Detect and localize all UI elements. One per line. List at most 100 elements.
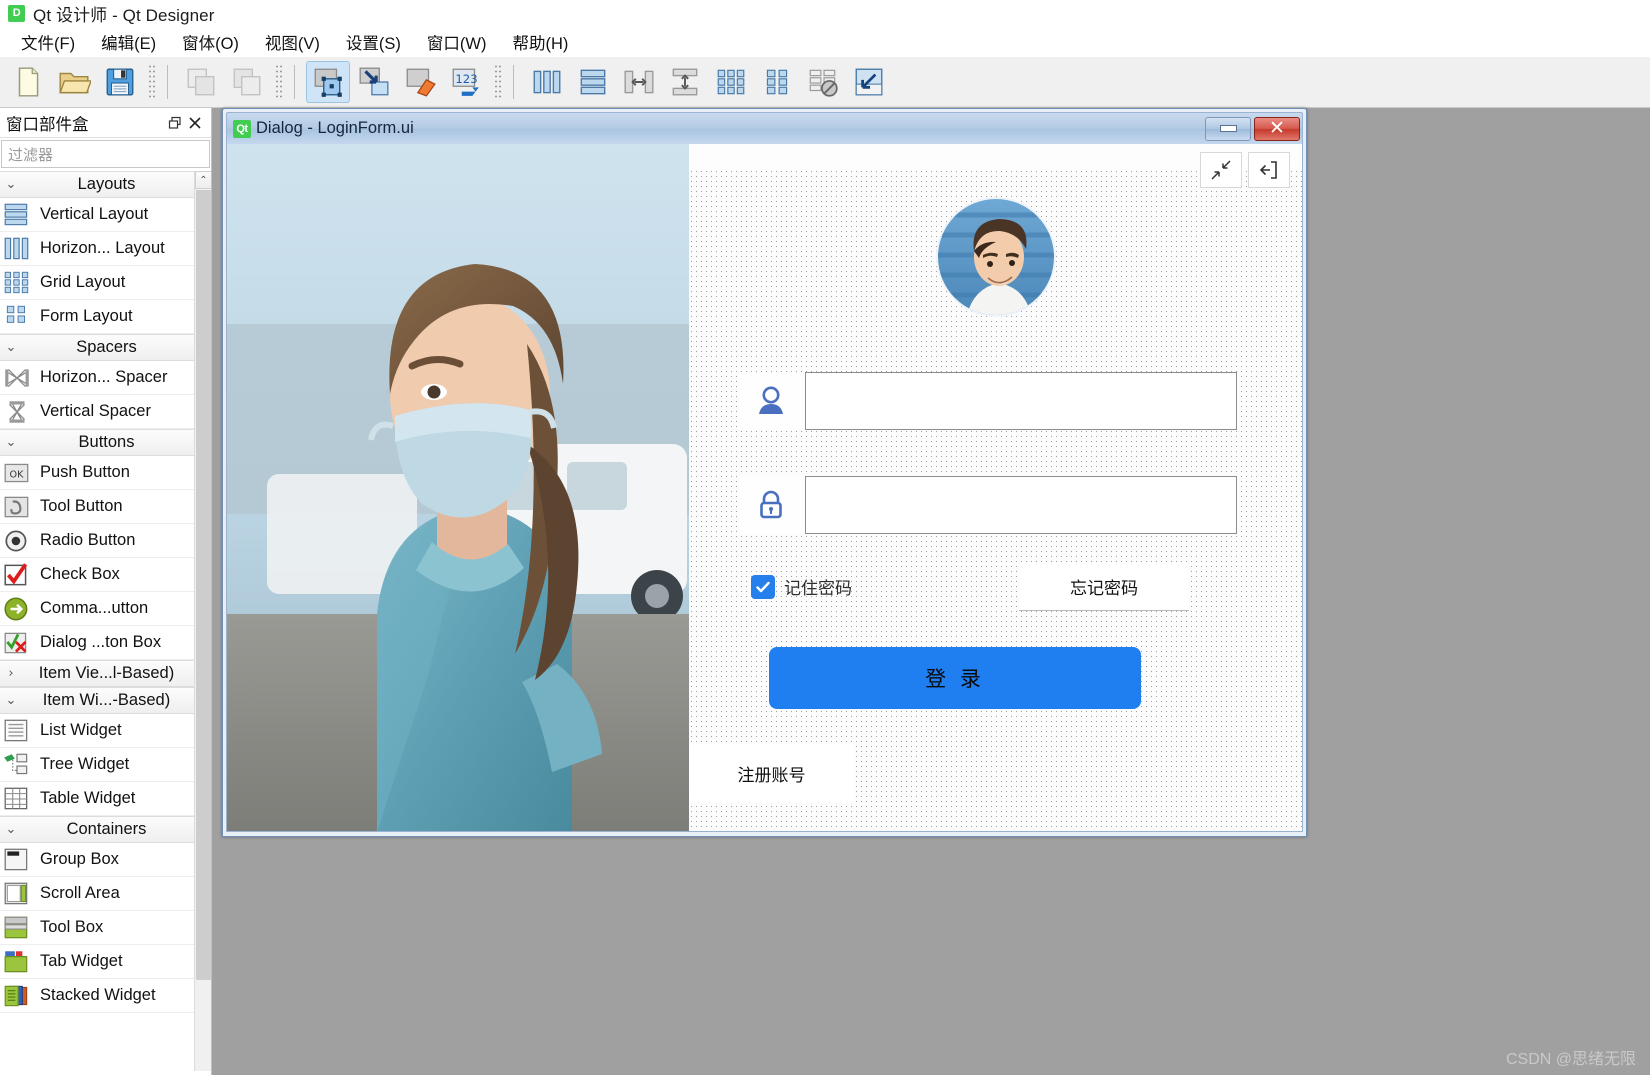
widget-group-label: Buttons: [78, 433, 135, 451]
adjust-size-button[interactable]: [847, 61, 891, 103]
widget-item-vertical-layout[interactable]: Vertical Layout: [0, 198, 211, 232]
toolbar-grip-2[interactable]: [275, 64, 283, 100]
login-button[interactable]: 登 录: [769, 647, 1141, 709]
widget-item-list-widget[interactable]: List Widget: [0, 714, 211, 748]
layout-splitter-horizontal-button[interactable]: [617, 61, 661, 103]
chevron-down-icon: ⌄: [5, 693, 17, 708]
chevron-down-icon: ⌄: [5, 822, 17, 837]
widget-item-table-widget[interactable]: Table Widget: [0, 782, 211, 816]
layout-vertically-button[interactable]: [571, 61, 615, 103]
login-dialog-window[interactable]: Qt Dialog - LoginForm.ui ✕ 记住密码 忘记密码 登 录…: [222, 108, 1307, 837]
widget-group-buttons[interactable]: ⌄ Buttons: [0, 429, 211, 456]
widget-item-tab-widget[interactable]: Tab Widget: [0, 945, 211, 979]
open-folder-icon: [59, 72, 91, 94]
menu-edit[interactable]: 编辑(E): [88, 27, 169, 57]
toolbar-separator-3: [513, 65, 516, 99]
widget-group-item-widgets[interactable]: ⌄ Item Wi...-Based): [0, 687, 211, 714]
username-input[interactable]: [805, 372, 1237, 430]
widget-item-check-box[interactable]: Check Box: [0, 558, 211, 592]
widget-item-command-link-button[interactable]: Comma...utton: [0, 592, 211, 626]
layout-splitter-vertical-button[interactable]: [663, 61, 707, 103]
minimize-icon: [1219, 125, 1237, 132]
menu-file[interactable]: 文件(F): [8, 27, 88, 57]
widget-item-vertical-spacer[interactable]: Vertical Spacer: [0, 395, 211, 429]
widget-item-push-button[interactable]: OK Push Button: [0, 456, 211, 490]
toolbar-grip-3[interactable]: [494, 64, 502, 100]
dialog-close-button[interactable]: ✕: [1254, 116, 1300, 141]
adjust-size-icon: [855, 68, 883, 96]
svg-text:OK: OK: [10, 469, 25, 480]
new-file-button[interactable]: [6, 61, 50, 103]
remember-password-row[interactable]: 记住密码: [751, 574, 852, 599]
widget-item-tree-widget[interactable]: Tree Widget: [0, 748, 211, 782]
layout-grid-icon: [717, 69, 745, 95]
tool-box-icon: [4, 916, 28, 938]
dialog-titlebar[interactable]: Qt Dialog - LoginForm.ui ✕: [226, 112, 1303, 144]
menu-window[interactable]: 窗口(W): [414, 27, 500, 57]
user-avatar-photo: [937, 199, 1054, 315]
design-canvas[interactable]: Qt Dialog - LoginForm.ui ✕ 记住密码 忘记密码 登 录…: [212, 108, 1650, 1075]
widget-group-item-views[interactable]: › Item Vie...l-Based): [0, 660, 211, 687]
edit-tab-order-button[interactable]: 123: [444, 61, 488, 103]
widget-item-group-box[interactable]: Group Box: [0, 843, 211, 877]
edit-widgets-icon: [314, 68, 342, 97]
toolbar-separator-2: [294, 65, 297, 99]
widget-item-horizontal-layout[interactable]: Horizon... Layout: [0, 232, 211, 266]
form-layout-icon: [6, 305, 25, 323]
widget-group-spacers[interactable]: ⌄ Spacers: [0, 334, 211, 361]
dialog-minimize-button[interactable]: [1205, 116, 1251, 141]
restore-glyph: [168, 116, 181, 129]
widget-item-dialog-button-box[interactable]: Dialog ...ton Box: [0, 626, 211, 660]
restore-icon[interactable]: [165, 113, 185, 133]
open-file-button[interactable]: [52, 61, 96, 103]
scroll-up-button[interactable]: ⌃: [195, 171, 211, 189]
widget-item-form-layout[interactable]: Form Layout: [0, 300, 211, 334]
widget-group-containers[interactable]: ⌄ Containers: [0, 816, 211, 843]
collapse-button[interactable]: [1200, 152, 1242, 188]
widget-item-grid-layout[interactable]: Grid Layout: [0, 266, 211, 300]
exit-arrow-icon: [1259, 161, 1277, 179]
layout-vertically-icon: [580, 69, 606, 95]
edit-buddies-button[interactable]: [398, 61, 442, 103]
exit-button[interactable]: [1248, 152, 1290, 188]
widget-item-radio-button[interactable]: Radio Button: [0, 524, 211, 558]
forgot-password-button[interactable]: 忘记密码: [1019, 562, 1189, 610]
widget-item-scroll-area[interactable]: Scroll Area: [0, 877, 211, 911]
menu-view[interactable]: 视图(V): [252, 27, 333, 57]
redo-button[interactable]: [225, 61, 269, 103]
password-input[interactable]: [805, 476, 1237, 534]
login-form-area[interactable]: 记住密码 忘记密码 登 录 注册账号: [689, 144, 1302, 831]
widget-box-scrollbar[interactable]: ⌃: [194, 171, 211, 1071]
remember-password-checkbox[interactable]: [751, 574, 775, 599]
widget-item-stacked-widget[interactable]: Stacked Widget: [0, 979, 211, 1013]
edit-buddies-icon: [406, 68, 436, 97]
widget-filter-input[interactable]: 过滤器: [1, 140, 210, 168]
table-widget-icon: [4, 787, 28, 809]
menu-form[interactable]: 窗体(O): [169, 27, 252, 57]
undo-button[interactable]: [179, 61, 223, 103]
menu-help[interactable]: 帮助(H): [499, 27, 581, 57]
scrollbar-thumb[interactable]: [196, 190, 211, 980]
widget-item-horizontal-spacer[interactable]: Horizon... Spacer: [0, 361, 211, 395]
edit-widgets-button[interactable]: [306, 61, 350, 103]
menubar: 文件(F) 编辑(E) 窗体(O) 视图(V) 设置(S) 窗口(W) 帮助(H…: [0, 27, 1650, 57]
widget-group-label: Item Wi...-Based): [42, 691, 171, 709]
horizontal-spacer-icon: [5, 368, 29, 387]
save-file-button[interactable]: [98, 61, 142, 103]
menu-settings[interactable]: 设置(S): [333, 27, 414, 57]
grid-layout-icon: [4, 271, 29, 293]
form-tool-buttons: [1200, 152, 1290, 188]
widget-item-label: Check Box: [40, 565, 120, 583]
widget-item-tool-button[interactable]: Tool Button: [0, 490, 211, 524]
toolbar-grip-1[interactable]: [148, 64, 156, 100]
register-account-button[interactable]: 注册账号: [689, 744, 854, 802]
close-icon[interactable]: [185, 113, 205, 133]
layout-form-button[interactable]: [755, 61, 799, 103]
edit-signals-slots-button[interactable]: [352, 61, 396, 103]
qt-designer-icon: D: [8, 5, 25, 22]
break-layout-button[interactable]: [801, 61, 845, 103]
widget-group-layouts[interactable]: ⌄ Layouts: [0, 171, 211, 198]
widget-item-tool-box[interactable]: Tool Box: [0, 911, 211, 945]
layout-grid-button[interactable]: [709, 61, 753, 103]
layout-horizontally-button[interactable]: [525, 61, 569, 103]
